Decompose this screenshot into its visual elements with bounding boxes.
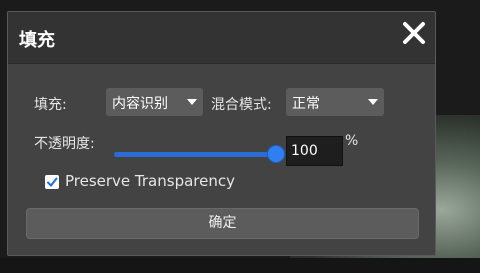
preserve-transparency-checkbox[interactable]: [45, 175, 59, 189]
chevron-down-icon: [187, 99, 197, 105]
dialog-titlebar: 填充: [8, 12, 435, 64]
blend-mode-label: 混合模式:: [211, 97, 272, 113]
ok-button[interactable]: 确定: [26, 208, 419, 239]
checkmark-icon: [47, 177, 58, 187]
opacity-slider-thumb[interactable]: [267, 145, 285, 163]
fill-select[interactable]: 内容识别: [106, 88, 203, 116]
background-canvas: [0, 258, 480, 273]
opacity-input-value: 100: [291, 143, 318, 159]
opacity-slider[interactable]: [114, 152, 277, 157]
blend-mode-select-value: 正常: [292, 96, 320, 112]
opacity-label: 不透明度:: [34, 136, 95, 152]
dialog-title: 填充: [19, 30, 55, 51]
preserve-transparency-label: Preserve Transparency: [65, 172, 235, 190]
opacity-input[interactable]: 100: [286, 136, 343, 166]
fill-dialog: 填充 填充: 内容识别 混合模式: 正常 不透明度: 100 % Preserv…: [7, 11, 436, 256]
chevron-down-icon: [368, 99, 378, 105]
opacity-unit: %: [345, 133, 359, 149]
blend-mode-select[interactable]: 正常: [286, 88, 384, 116]
close-button[interactable]: [399, 18, 429, 48]
fill-select-value: 内容识别: [112, 96, 168, 112]
close-icon: [403, 22, 425, 44]
fill-label: 填充:: [34, 97, 67, 113]
